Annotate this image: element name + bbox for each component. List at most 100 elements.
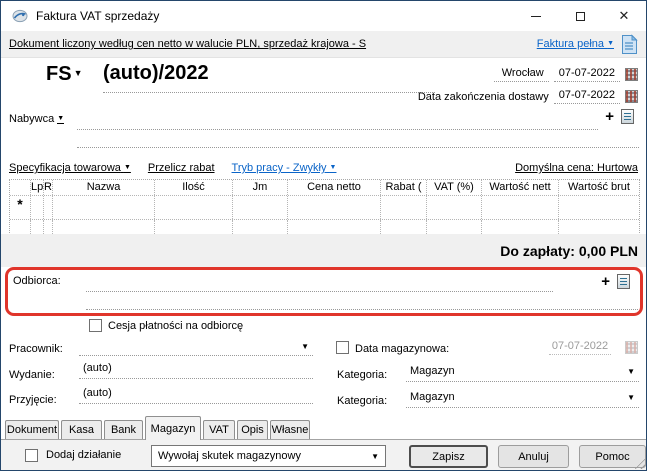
info-bar-right: Faktura pełna ▼: [537, 33, 638, 55]
table-cell[interactable]: [31, 220, 44, 234]
minimize-button[interactable]: [514, 1, 558, 31]
tab-wlasne[interactable]: Własne: [270, 420, 310, 439]
category1-value: Magazyn: [410, 365, 455, 377]
calendar-icon: [625, 341, 638, 354]
table-cell[interactable]: [559, 220, 639, 234]
table-cell[interactable]: [381, 220, 427, 234]
recipient-list-icon[interactable]: [617, 274, 630, 289]
table-cell[interactable]: [288, 220, 381, 234]
cancel-button[interactable]: Anuluj: [498, 445, 569, 468]
spec-dropdown[interactable]: Specyfikacja towarowa ▼: [9, 162, 131, 174]
tab-opis[interactable]: Opis: [237, 420, 268, 439]
column-header[interactable]: Wartość brut: [559, 180, 639, 195]
receipt-doc-field[interactable]: (auto): [79, 387, 313, 404]
items-table: Lp R Nazwa Ilość Jm Cena netto Rabat ( V…: [9, 179, 640, 235]
recalc-discount-link[interactable]: Przelicz rabat: [148, 162, 215, 174]
document-settings-link[interactable]: Dokument liczony według cen netto w walu…: [9, 38, 366, 50]
table-cell[interactable]: [482, 220, 559, 234]
table-cell[interactable]: [53, 220, 155, 234]
table-cell[interactable]: [31, 196, 44, 219]
issue-date-field[interactable]: 07-07-2022: [553, 67, 620, 82]
city-field[interactable]: Wrocław: [493, 67, 549, 82]
receipt-doc-label: Przyjęcie:: [9, 394, 57, 406]
doc-number-field[interactable]: (auto)/2022: [103, 62, 435, 93]
save-button[interactable]: Zapisz: [409, 445, 488, 468]
buyer-field-line2[interactable]: [77, 132, 639, 148]
delivery-date-row: Data zakończenia dostawy 07-07-2022: [418, 89, 638, 104]
window-title: Faktura VAT sprzedaży: [36, 9, 160, 23]
buyer-dropdown[interactable]: Nabywca ▼: [9, 113, 65, 125]
warehouse-date-checkbox[interactable]: [336, 341, 349, 354]
table-cell[interactable]: [155, 196, 233, 219]
table-row[interactable]: *: [10, 195, 639, 219]
table-cell[interactable]: [155, 220, 233, 234]
table-cell[interactable]: [559, 196, 639, 219]
column-header[interactable]: [10, 180, 31, 195]
issue-place-date-row: Wrocław 07-07-2022: [493, 67, 638, 82]
buyer-field-line1[interactable]: [77, 113, 598, 130]
table-cell[interactable]: [233, 220, 288, 234]
add-action-checkbox[interactable]: [25, 449, 38, 462]
category2-value: Magazyn: [410, 391, 455, 403]
cession-checkbox[interactable]: [89, 319, 102, 332]
employee-label: Pracownik:: [9, 343, 63, 355]
table-cell[interactable]: [10, 220, 31, 234]
table-cell[interactable]: [427, 220, 482, 234]
maximize-button[interactable]: [558, 1, 602, 31]
help-button[interactable]: Pomoc: [579, 445, 646, 468]
column-header[interactable]: Cena netto: [288, 180, 381, 195]
calendar-icon[interactable]: [625, 68, 638, 81]
table-cell[interactable]: [233, 196, 288, 219]
chevron-down-icon[interactable]: ▼: [627, 367, 635, 376]
tab-dokument[interactable]: Dokument: [5, 420, 59, 439]
column-header[interactable]: VAT (%): [427, 180, 482, 195]
add-buyer-button[interactable]: +: [605, 109, 614, 124]
table-cell[interactable]: [44, 196, 53, 219]
chevron-down-icon: ▼: [123, 164, 131, 171]
add-recipient-button[interactable]: +: [601, 274, 610, 289]
chevron-down-icon[interactable]: ▼: [627, 393, 635, 402]
cession-row: Cesja płatności na odbiorcę: [89, 319, 243, 332]
tab-vat[interactable]: VAT: [203, 420, 235, 439]
table-row[interactable]: [10, 219, 639, 234]
category1-field[interactable]: Magazyn ▼: [406, 365, 639, 382]
table-cell[interactable]: [381, 196, 427, 219]
category2-field[interactable]: Magazyn ▼: [406, 391, 639, 408]
chevron-down-icon[interactable]: ▼: [301, 342, 309, 351]
tab-magazyn[interactable]: Magazyn: [145, 416, 201, 440]
column-header[interactable]: Rabat (: [381, 180, 427, 195]
close-button[interactable]: ✕: [602, 1, 646, 31]
table-cell[interactable]: [53, 196, 155, 219]
recipient-field-line1[interactable]: [86, 273, 553, 292]
employee-field[interactable]: ▼: [79, 340, 313, 356]
column-header[interactable]: Nazwa: [53, 180, 155, 195]
table-cell[interactable]: [427, 196, 482, 219]
column-header[interactable]: Ilość: [155, 180, 233, 195]
document-icon[interactable]: [621, 33, 638, 55]
doc-type-dropdown[interactable]: FS ▼: [46, 63, 82, 86]
delivery-date-field[interactable]: 07-07-2022: [553, 89, 620, 104]
buyer-list-icon[interactable]: [621, 109, 634, 124]
new-row-marker: *: [10, 196, 31, 219]
table-cell[interactable]: [482, 196, 559, 219]
calendar-icon[interactable]: [625, 90, 638, 103]
add-action-label: Dodaj działanie: [46, 449, 122, 461]
receipt-doc-value: (auto): [83, 387, 112, 399]
tab-kasa[interactable]: Kasa: [61, 420, 102, 439]
tab-bank[interactable]: Bank: [104, 420, 143, 439]
column-header[interactable]: R: [44, 180, 53, 195]
column-header[interactable]: Wartość nett: [482, 180, 559, 195]
work-mode-dropdown[interactable]: Tryb pracy - Zwykły ▼: [232, 162, 337, 174]
buyer-field-icons: +: [605, 109, 634, 124]
warehouse-effect-combobox[interactable]: Wywołaj skutek magazynowy ▼: [151, 445, 386, 467]
issue-doc-field[interactable]: (auto): [79, 362, 313, 379]
table-cell[interactable]: [288, 196, 381, 219]
invoice-type-dropdown[interactable]: Faktura pełna ▼: [537, 38, 614, 50]
column-header[interactable]: Jm: [233, 180, 288, 195]
table-cell[interactable]: [44, 220, 53, 234]
recipient-field-line2[interactable]: [86, 292, 638, 310]
footer-bar: Dodaj działanie Wywołaj skutek magazynow…: [1, 439, 646, 470]
column-header[interactable]: Lp: [31, 180, 44, 195]
default-price-link[interactable]: Domyślna cena: Hurtowa: [515, 162, 638, 174]
delivery-date-label: Data zakończenia dostawy: [417, 90, 549, 103]
